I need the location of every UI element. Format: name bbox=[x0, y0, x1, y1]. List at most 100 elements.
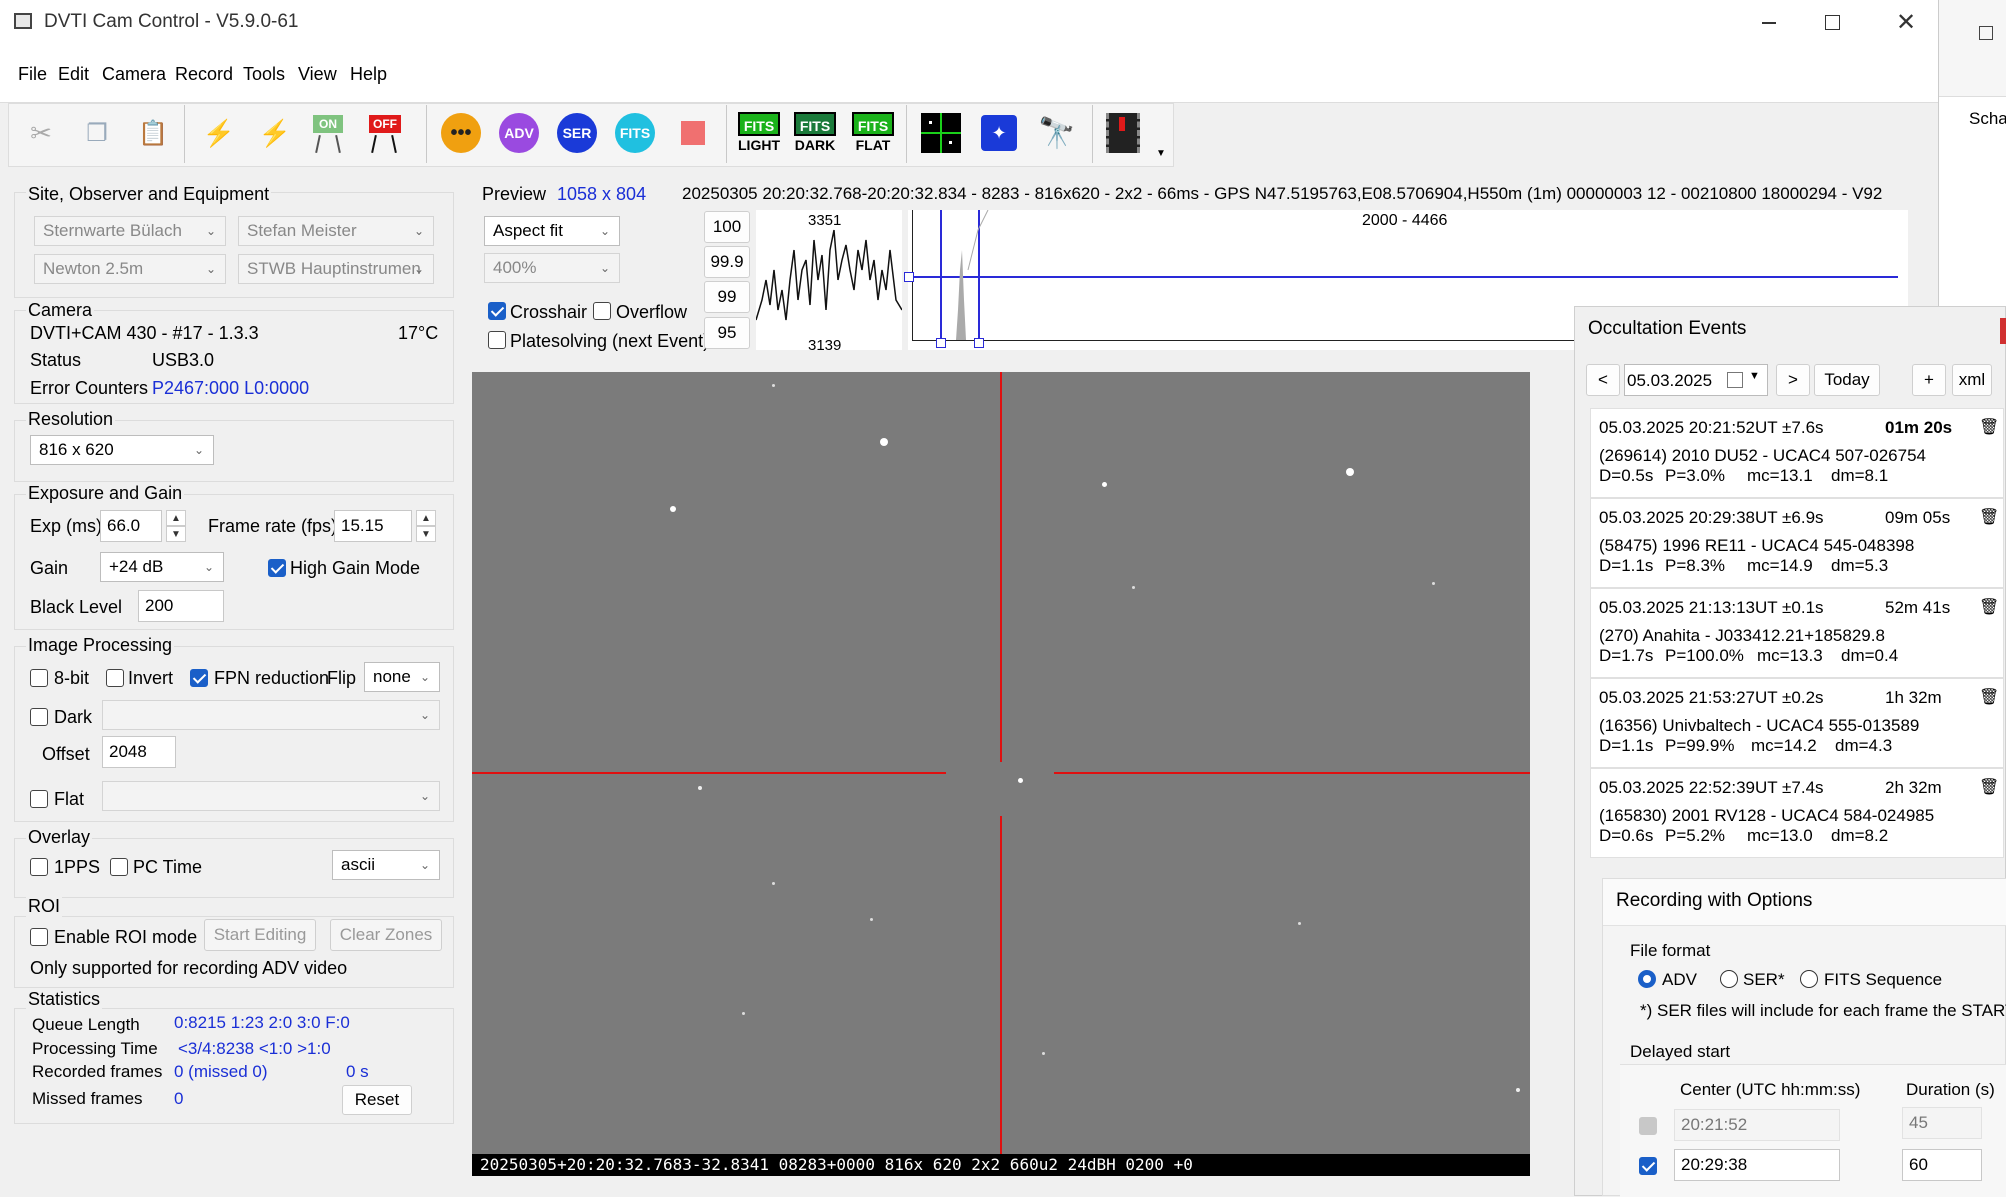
format-adv-radio[interactable] bbox=[1638, 970, 1656, 988]
options-button[interactable]: ••• bbox=[438, 108, 484, 158]
copy-button[interactable]: ❐ bbox=[74, 108, 120, 158]
menu-camera[interactable]: Camera bbox=[102, 63, 166, 85]
pc-time-checkbox[interactable] bbox=[110, 858, 128, 876]
events-xml-button[interactable]: xml bbox=[1952, 364, 1992, 396]
observer-select[interactable]: Stefan Meister ⌄ bbox=[238, 216, 434, 246]
offset-input[interactable]: 2048 bbox=[102, 736, 176, 768]
dark-checkbox[interactable] bbox=[30, 708, 48, 726]
record-adv-button[interactable]: ADV bbox=[496, 108, 542, 158]
flat-file-select[interactable]: ⌄ bbox=[102, 781, 440, 811]
event-item[interactable]: 05.03.2025 20:29:38UT ±6.9s 09m 05s 🗑 (5… bbox=[1590, 498, 2004, 588]
trash-icon[interactable]: 🗑 bbox=[1979, 777, 1999, 797]
record-fits-button[interactable]: FITS bbox=[612, 108, 658, 158]
stop-button[interactable] bbox=[670, 108, 716, 158]
flip-select[interactable]: none ⌄ bbox=[364, 662, 440, 692]
exp-input[interactable]: 66.0 bbox=[100, 510, 162, 542]
camera-on-button[interactable]: ON bbox=[308, 108, 354, 158]
overflow-checkbox[interactable] bbox=[593, 302, 611, 320]
events-today-button[interactable]: Today bbox=[1814, 364, 1880, 396]
trash-icon[interactable]: 🗑 bbox=[1979, 417, 1999, 437]
menu-view[interactable]: View bbox=[298, 63, 337, 85]
fits-flat-button[interactable]: FITS FLAT bbox=[850, 108, 896, 158]
plate-solve-button[interactable]: ✦ bbox=[976, 108, 1022, 158]
roi-enable-checkbox[interactable] bbox=[30, 928, 48, 946]
event-item[interactable]: 05.03.2025 20:21:52UT ±7.6s 01m 20s 🗑 (2… bbox=[1590, 408, 2004, 498]
events-prev-button[interactable]: < bbox=[1586, 364, 1620, 396]
fps-input[interactable]: 15.15 bbox=[334, 510, 412, 542]
flat-checkbox[interactable] bbox=[30, 790, 48, 808]
delayed-row2-duration[interactable]: 60 bbox=[1902, 1149, 1982, 1181]
menu-record[interactable]: Record bbox=[175, 63, 233, 85]
crosshair-checkbox[interactable] bbox=[488, 302, 506, 320]
delayed-row2-time[interactable]: 20:29:38 bbox=[1674, 1149, 1840, 1181]
menu-edit[interactable]: Edit bbox=[58, 63, 89, 85]
close-icon: ✕ bbox=[1895, 9, 1917, 36]
toolbar-overflow-icon[interactable]: ▼ bbox=[1156, 148, 1166, 159]
reset-button[interactable]: Reset bbox=[342, 1085, 412, 1115]
hardware-button[interactable] bbox=[1100, 108, 1146, 158]
telescope-select[interactable]: Newton 2.5m ⌄ bbox=[34, 254, 226, 284]
record-ser-button[interactable]: SER bbox=[554, 108, 600, 158]
fits-dark-button[interactable]: FITS DARK bbox=[792, 108, 838, 158]
events-panel-close-icon[interactable] bbox=[2000, 318, 2006, 344]
format-ser-radio[interactable] bbox=[1720, 970, 1738, 988]
connect-button[interactable]: ⚡ bbox=[196, 108, 242, 158]
event-item[interactable]: 05.03.2025 22:52:39UT ±7.4s 2h 32m 🗑 (16… bbox=[1590, 768, 2004, 858]
black-level-input[interactable]: 200 bbox=[138, 590, 224, 622]
trash-icon[interactable]: 🗑 bbox=[1979, 687, 1999, 707]
event-item[interactable]: 05.03.2025 21:13:13UT ±0.1s 52m 41s 🗑 (2… bbox=[1590, 588, 2004, 678]
cut-button[interactable]: ✂ bbox=[18, 108, 64, 158]
clear-zones-button[interactable]: Clear Zones bbox=[330, 919, 442, 951]
missed-frames-label: Missed frames bbox=[32, 1089, 143, 1108]
invert-checkbox[interactable] bbox=[106, 669, 124, 687]
fits-light-button[interactable]: FITS LIGHT bbox=[736, 108, 782, 158]
delayed-row1-duration[interactable]: 45 bbox=[1902, 1107, 1982, 1139]
paste-button[interactable]: 📋 bbox=[130, 108, 176, 158]
level-99-button[interactable]: 99 bbox=[704, 281, 750, 313]
telescope-button[interactable]: 🔭 bbox=[1034, 108, 1080, 158]
level-95-button[interactable]: 95 bbox=[704, 317, 750, 349]
resolution-select[interactable]: 816 x 620 ⌄ bbox=[30, 435, 214, 465]
event-item[interactable]: 05.03.2025 21:53:27UT ±0.2s 1h 32m 🗑 (16… bbox=[1590, 678, 2004, 768]
dark-file-select[interactable]: ⌄ bbox=[102, 700, 440, 730]
level-100-button[interactable]: 100 bbox=[704, 211, 750, 243]
menu-file[interactable]: File bbox=[18, 63, 47, 85]
platesolving-checkbox[interactable] bbox=[488, 331, 506, 349]
maximize-icon[interactable] bbox=[1979, 26, 1993, 40]
events-add-button[interactable]: + bbox=[1912, 364, 1946, 396]
camera-off-button[interactable]: OFF bbox=[364, 108, 410, 158]
maximize-button[interactable] bbox=[1800, 0, 1864, 46]
8bit-checkbox[interactable] bbox=[30, 669, 48, 687]
calendar-icon bbox=[1727, 372, 1743, 388]
exp-stepper[interactable]: ▲ ▼ bbox=[166, 510, 186, 542]
minimize-button[interactable] bbox=[1740, 0, 1800, 46]
level-999-button[interactable]: 99.9 bbox=[704, 246, 750, 278]
disconnect-button[interactable]: ⚡ bbox=[252, 108, 298, 158]
instrument-select[interactable]: STWB Hauptinstrumen ⌄ bbox=[238, 254, 434, 284]
fpn-checkbox[interactable] bbox=[190, 669, 208, 687]
file-format-label: File format bbox=[1630, 941, 1711, 960]
trash-icon[interactable]: 🗑 bbox=[1979, 597, 1999, 617]
delayed-row1-checkbox[interactable] bbox=[1639, 1117, 1657, 1135]
format-fits-radio[interactable] bbox=[1800, 970, 1818, 988]
events-next-button[interactable]: > bbox=[1776, 364, 1810, 396]
trash-icon[interactable]: 🗑 bbox=[1979, 507, 1999, 527]
preview-image[interactable]: 20250305+20:20:32.7683-32.8341 08283+000… bbox=[472, 372, 1530, 1176]
1pps-checkbox[interactable] bbox=[30, 858, 48, 876]
start-editing-button[interactable]: Start Editing bbox=[204, 919, 316, 951]
delayed-row1-time[interactable]: 20:21:52 bbox=[1674, 1109, 1840, 1141]
menu-tools[interactable]: Tools bbox=[243, 63, 285, 85]
menu-help[interactable]: Help bbox=[350, 63, 387, 85]
crosshair-label: Crosshair bbox=[510, 302, 588, 322]
starfield-button[interactable] bbox=[918, 108, 964, 158]
gain-select[interactable]: +24 dB ⌄ bbox=[100, 552, 224, 582]
overlay-mode-select[interactable]: ascii ⌄ bbox=[332, 850, 440, 880]
events-date-picker[interactable]: 05.03.2025 ▼ bbox=[1624, 364, 1768, 396]
high-gain-checkbox[interactable] bbox=[268, 559, 286, 577]
fit-mode-select[interactable]: Aspect fit ⌄ bbox=[484, 216, 620, 246]
delayed-row2-checkbox[interactable] bbox=[1639, 1157, 1657, 1175]
zoom-select[interactable]: 400% ⌄ bbox=[484, 253, 620, 283]
fps-stepper[interactable]: ▲ ▼ bbox=[416, 510, 436, 542]
site-select[interactable]: Sternwarte Bülach ⌄ bbox=[34, 216, 226, 246]
close-button[interactable]: ✕ bbox=[1876, 0, 1936, 46]
